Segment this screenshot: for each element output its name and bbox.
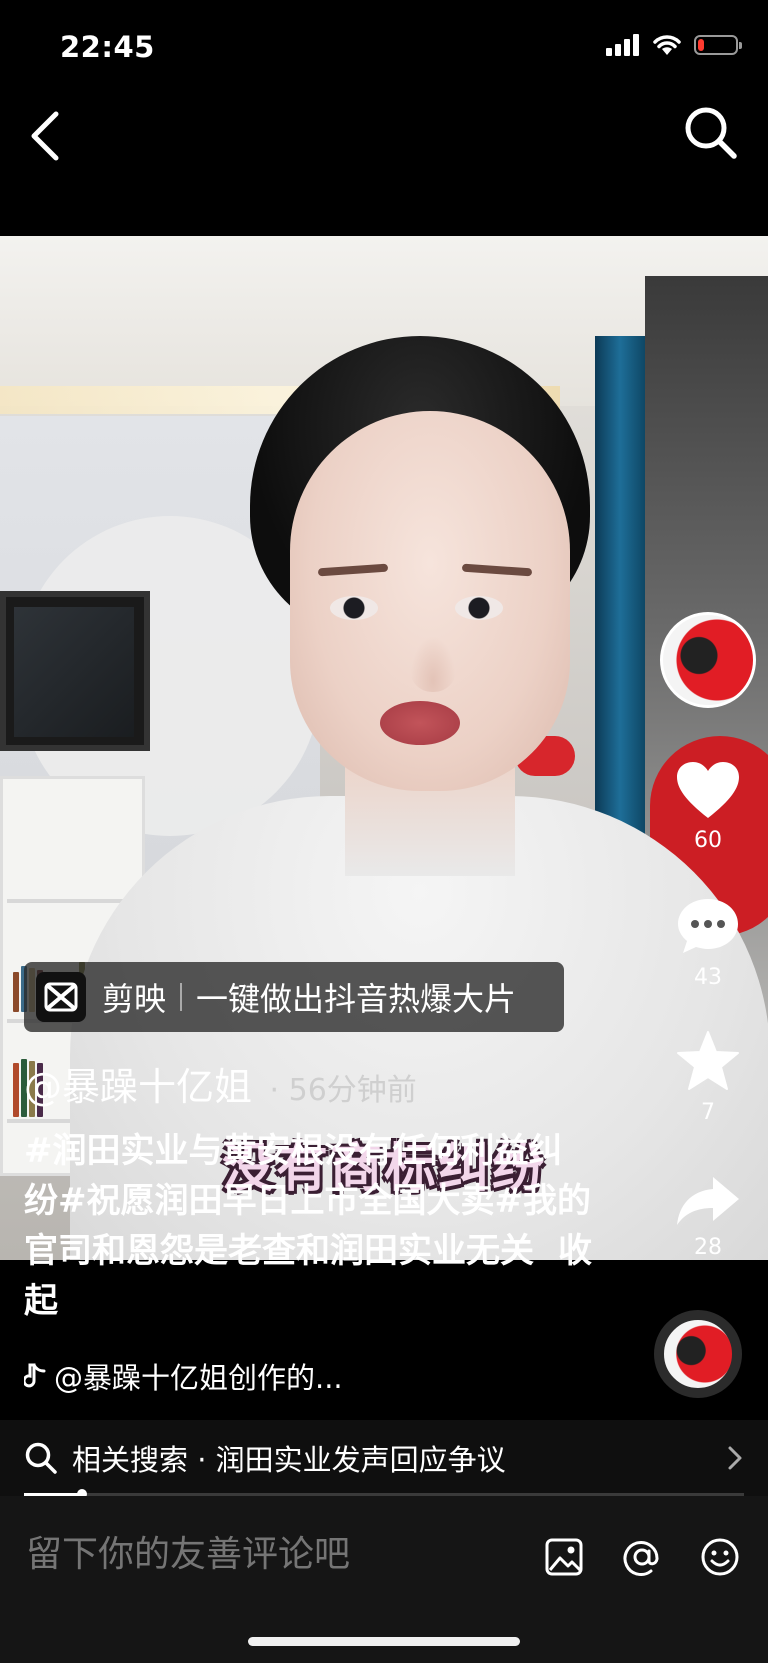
at-icon: [623, 1541, 659, 1576]
star-icon: [677, 1031, 739, 1090]
share-count: 28: [694, 1235, 722, 1260]
capcut-divider: [180, 983, 183, 1011]
home-indicator: [248, 1637, 520, 1646]
music-info[interactable]: @暴躁十亿姐创作的...: [24, 1355, 343, 1397]
emoji-icon: [701, 1538, 739, 1576]
back-button[interactable]: [22, 108, 72, 164]
music-title: @暴躁十亿姐创作的...: [54, 1361, 343, 1395]
author-name[interactable]: @暴躁十亿姐: [24, 1065, 252, 1109]
related-search-bar[interactable]: 相关搜索 · 润田实业发声回应争议: [0, 1420, 768, 1496]
search-button[interactable]: [682, 104, 740, 162]
capcut-banner[interactable]: 剪映 一键做出抖音热爆大片: [24, 962, 564, 1032]
chevron-right-icon: [728, 1446, 742, 1470]
video-scene: [455, 596, 503, 620]
status-icons: [606, 34, 742, 56]
like-button[interactable]: 60: [648, 760, 768, 853]
video-scene: [380, 701, 460, 745]
emoji-button[interactable]: [698, 1535, 742, 1579]
music-note-icon: [24, 1363, 46, 1388]
video-scene: [0, 591, 150, 751]
favorite-button[interactable]: 7: [648, 1030, 768, 1125]
mention-button[interactable]: [620, 1535, 664, 1579]
chevron-left-icon: [31, 111, 59, 161]
video-scene: [410, 636, 456, 692]
post-author-line: @暴躁十亿姐 · 56分钟前: [24, 1056, 417, 1111]
author-avatar[interactable]: [648, 612, 768, 708]
capcut-name: 剪映: [102, 980, 167, 1018]
share-arrow-icon: [677, 1177, 739, 1225]
post-description: #润田实业与黄安根没有任何利益纠纷#祝愿润田早日上市全国大卖#我的官司和恩怨是老…: [24, 1126, 594, 1326]
comment-count: 43: [694, 965, 722, 990]
capcut-logo-icon: [36, 972, 86, 1022]
signal-icon: [606, 34, 639, 56]
wifi-icon: [653, 35, 681, 55]
comment-icon: [678, 899, 738, 953]
capcut-slogan: 一键做出抖音热爆大片: [196, 980, 517, 1018]
related-search-text: 相关搜索 · 润田实业发声回应争议: [72, 1443, 506, 1477]
search-icon: [25, 1442, 57, 1474]
avatar[interactable]: [660, 612, 756, 708]
comment-input[interactable]: [24, 1533, 498, 1576]
share-button[interactable]: 28: [648, 1175, 768, 1260]
music-disc[interactable]: [654, 1310, 742, 1398]
heart-icon: [677, 762, 739, 818]
status-time: 22:45: [60, 30, 155, 64]
search-icon: [685, 107, 737, 159]
time-dot: ·: [260, 1073, 289, 1108]
post-time-text: 56分钟前: [288, 1073, 417, 1108]
description-text: #润田实业与黄安根没有任何利益纠纷#祝愿润田早日上市全国大卖#我的官司和恩怨是老…: [24, 1131, 591, 1271]
post-time: · 56分钟前: [260, 1073, 417, 1108]
image-icon: [545, 1538, 583, 1576]
battery-icon: [694, 35, 742, 55]
video-scene: [330, 596, 378, 620]
like-count: 60: [694, 828, 722, 853]
battery-level: [698, 39, 704, 51]
favorite-count: 7: [701, 1100, 715, 1125]
image-button[interactable]: [542, 1535, 586, 1579]
comment-button[interactable]: 43: [648, 895, 768, 990]
